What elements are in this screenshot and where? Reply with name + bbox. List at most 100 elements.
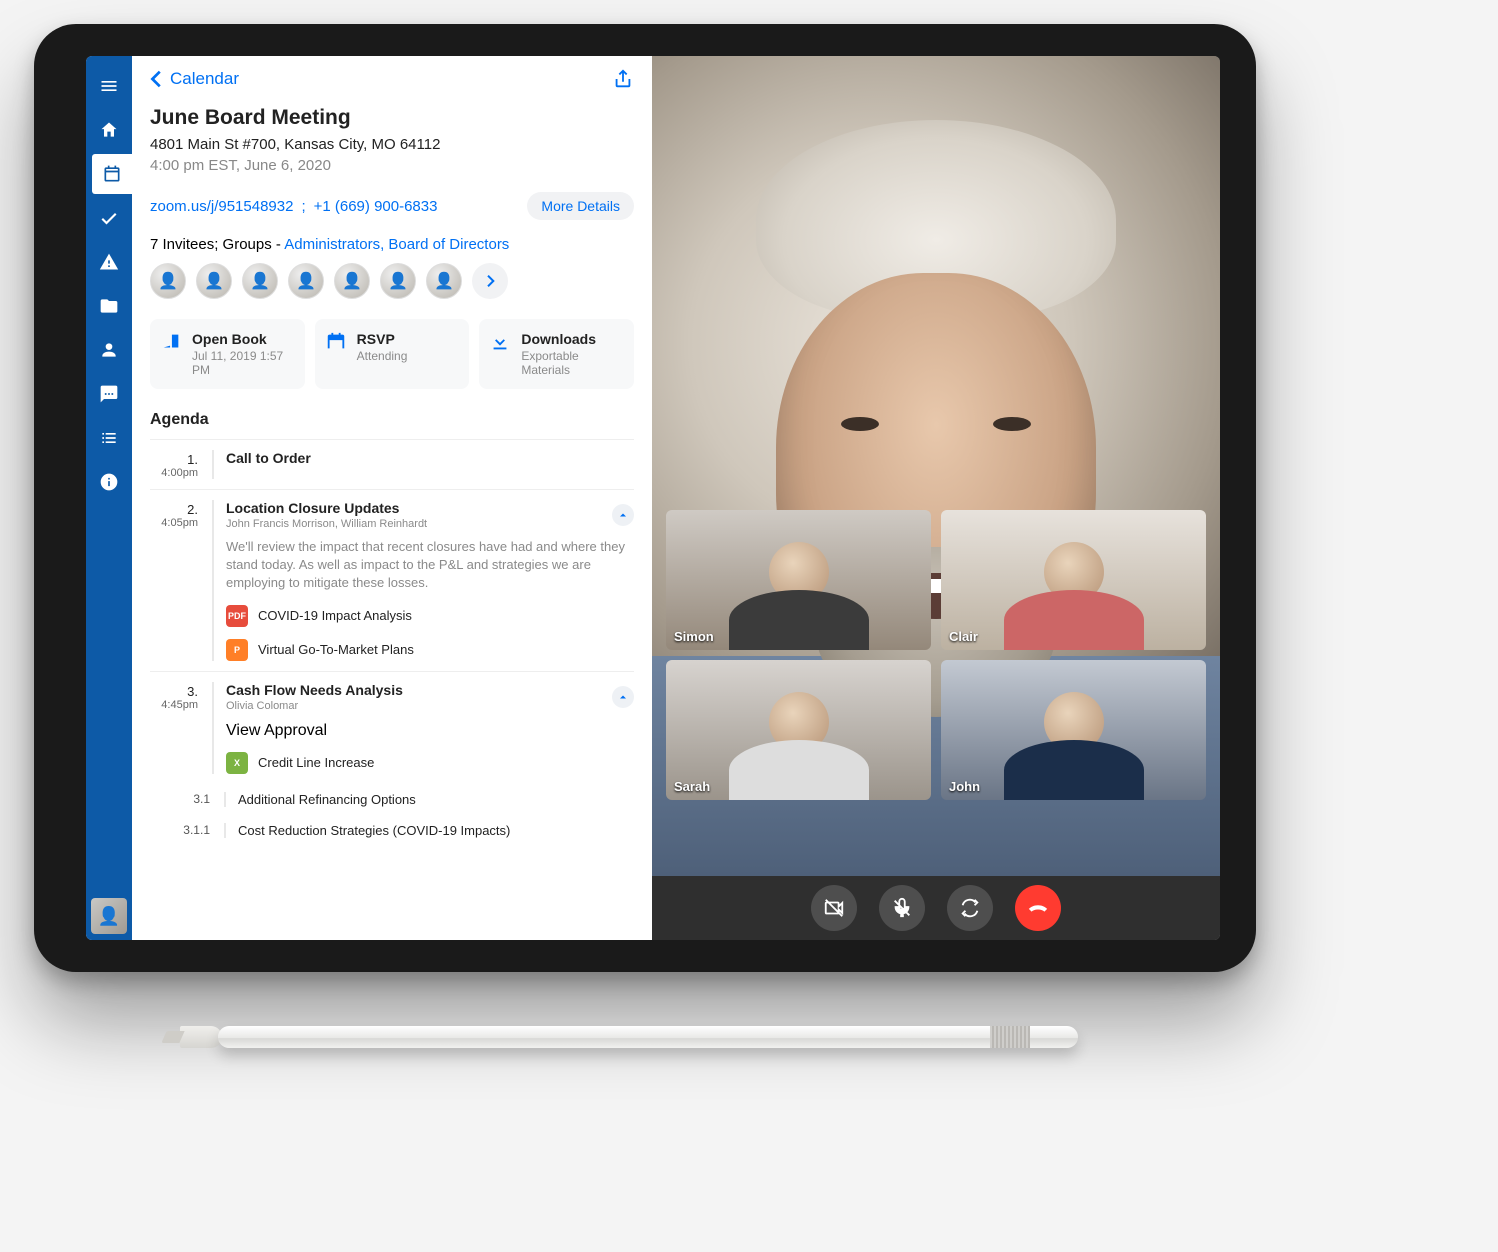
meeting-datetime: 4:00 pm EST, June 6, 2020 xyxy=(150,157,634,174)
agenda-list: 1. 4:00pm Call to Order 2. 4:05pm Locati… xyxy=(150,439,634,846)
attachment[interactable]: PDF COVID-19 Impact Analysis xyxy=(226,605,634,627)
more-details-button[interactable]: More Details xyxy=(527,192,634,220)
mute-button[interactable] xyxy=(879,885,925,931)
card-title: RSVP xyxy=(357,331,460,347)
book-icon xyxy=(160,331,182,353)
card-title: Downloads xyxy=(521,331,624,347)
invitee-avatar[interactable]: 👤 xyxy=(242,263,278,299)
participant-name: Clair xyxy=(949,629,978,644)
participant-name: Sarah xyxy=(674,779,710,794)
meeting-content: June Board Meeting 4801 Main St #700, Ka… xyxy=(132,102,652,846)
participant-tile[interactable]: John xyxy=(941,660,1206,800)
agenda-subitem[interactable]: 3.1 Additional Refinancing Options xyxy=(150,784,634,815)
view-approval-link[interactable]: View Approval xyxy=(226,722,634,740)
download-icon xyxy=(489,331,511,353)
agenda-item[interactable]: 1. 4:00pm Call to Order xyxy=(150,439,634,489)
rsvp-card[interactable]: RSVP Attending xyxy=(315,319,470,389)
participant-name: Simon xyxy=(674,629,714,644)
subitem-num: 3.1 xyxy=(172,792,210,807)
agenda-presenters: John Francis Morrison, William Reinhardt xyxy=(226,518,634,530)
agenda-title: Cash Flow Needs Analysis xyxy=(226,682,634,698)
home-icon[interactable] xyxy=(86,110,132,150)
meeting-details-panel: Calendar June Board Meeting 4801 Main St… xyxy=(132,56,652,940)
card-title: Open Book xyxy=(192,331,295,347)
collapse-icon[interactable] xyxy=(612,686,634,708)
agenda-item[interactable]: 3. 4:45pm Cash Flow Needs Analysis Olivi… xyxy=(150,671,634,784)
screen: 👤 Calendar June Board Meeting 4801 Main … xyxy=(86,56,1220,940)
invitee-avatar[interactable]: 👤 xyxy=(196,263,232,299)
agenda-num: 1. xyxy=(150,452,198,467)
invitee-avatar[interactable]: 👤 xyxy=(150,263,186,299)
invitees-row: 7 Invitees; Groups - Administrators, Boa… xyxy=(150,236,634,253)
participant-tile[interactable]: Clair xyxy=(941,510,1206,650)
agenda-description: We'll review the impact that recent clos… xyxy=(226,538,634,593)
zoom-link[interactable]: zoom.us/j/951548932 xyxy=(150,198,293,215)
agenda-item[interactable]: 2. 4:05pm Location Closure Updates John … xyxy=(150,489,634,671)
invitee-groups-link[interactable]: Administrators, Board of Directors xyxy=(284,236,509,253)
meeting-title: June Board Meeting xyxy=(150,106,634,130)
invitee-avatar[interactable]: 👤 xyxy=(426,263,462,299)
action-cards: Open Book Jul 11, 2019 1:57 PM RSVP Atte… xyxy=(150,319,634,389)
invitees-count: 7 Invitees; Groups - xyxy=(150,236,284,253)
back-label: Calendar xyxy=(170,69,239,89)
participant-tiles: Simon Clair Sarah John xyxy=(666,510,1206,800)
subitem-title: Cost Reduction Strategies (COVID-19 Impa… xyxy=(224,823,634,838)
folder-icon[interactable] xyxy=(86,286,132,326)
agenda-subitem[interactable]: 3.1.1 Cost Reduction Strategies (COVID-1… xyxy=(150,815,634,846)
invitee-avatar[interactable]: 👤 xyxy=(380,263,416,299)
current-user-avatar[interactable]: 👤 xyxy=(91,898,127,934)
collapse-icon[interactable] xyxy=(612,504,634,526)
agenda-time: 4:05pm xyxy=(150,517,198,529)
agenda-heading: Agenda xyxy=(150,411,634,429)
end-call-button[interactable] xyxy=(1015,885,1061,931)
card-sub: Attending xyxy=(357,349,460,363)
tasks-icon[interactable] xyxy=(86,198,132,238)
agenda-item-meta: 3. 4:45pm xyxy=(150,682,198,774)
attachment-name: COVID-19 Impact Analysis xyxy=(258,608,412,623)
main-video[interactable]: Simon Clair Sarah John xyxy=(652,56,1220,876)
attachment[interactable]: X Credit Line Increase xyxy=(226,752,634,774)
video-controls xyxy=(652,876,1220,940)
invitee-avatar[interactable]: 👤 xyxy=(334,263,370,299)
agenda-num: 3. xyxy=(150,684,198,699)
downloads-card[interactable]: Downloads Exportable Materials xyxy=(479,319,634,389)
subitem-title: Additional Refinancing Options xyxy=(224,792,634,807)
person-icon[interactable] xyxy=(86,330,132,370)
agenda-presenters: Olivia Colomar xyxy=(226,700,634,712)
menu-icon[interactable] xyxy=(86,66,132,106)
invitee-avatars: 👤 👤 👤 👤 👤 👤 👤 xyxy=(150,263,634,299)
list-icon[interactable] xyxy=(86,418,132,458)
participant-tile[interactable]: Sarah xyxy=(666,660,931,800)
camera-off-button[interactable] xyxy=(811,885,857,931)
agenda-item-meta: 1. 4:00pm xyxy=(150,450,198,479)
stylus xyxy=(180,1018,1110,1056)
calendar-small-icon xyxy=(325,331,347,353)
back-button[interactable]: Calendar xyxy=(146,68,239,90)
tablet-frame: 👤 Calendar June Board Meeting 4801 Main … xyxy=(34,24,1256,972)
agenda-title: Location Closure Updates xyxy=(226,500,634,516)
dial-in-link[interactable]: +1 (669) 900-6833 xyxy=(314,198,438,215)
sidebar: 👤 xyxy=(86,56,132,940)
invitee-avatar[interactable]: 👤 xyxy=(288,263,324,299)
more-invitees-button[interactable] xyxy=(472,263,508,299)
share-icon[interactable] xyxy=(608,64,638,94)
attachment-name: Virtual Go-To-Market Plans xyxy=(258,642,414,657)
card-sub: Jul 11, 2019 1:57 PM xyxy=(192,349,295,377)
card-sub: Exportable Materials xyxy=(521,349,624,377)
attachment[interactable]: P Virtual Go-To-Market Plans xyxy=(226,639,634,661)
agenda-title: Call to Order xyxy=(226,450,634,466)
switch-camera-button[interactable] xyxy=(947,885,993,931)
open-book-card[interactable]: Open Book Jul 11, 2019 1:57 PM xyxy=(150,319,305,389)
info-icon[interactable] xyxy=(86,462,132,502)
pdf-file-icon: PDF xyxy=(226,605,248,627)
top-bar: Calendar xyxy=(132,56,652,102)
calendar-icon[interactable] xyxy=(92,154,132,194)
spreadsheet-file-icon: X xyxy=(226,752,248,774)
chat-icon[interactable] xyxy=(86,374,132,414)
participant-tile[interactable]: Simon xyxy=(666,510,931,650)
agenda-num: 2. xyxy=(150,502,198,517)
agenda-time: 4:45pm xyxy=(150,699,198,711)
agenda-time: 4:00pm xyxy=(150,467,198,479)
alert-icon[interactable] xyxy=(86,242,132,282)
participant-name: John xyxy=(949,779,980,794)
